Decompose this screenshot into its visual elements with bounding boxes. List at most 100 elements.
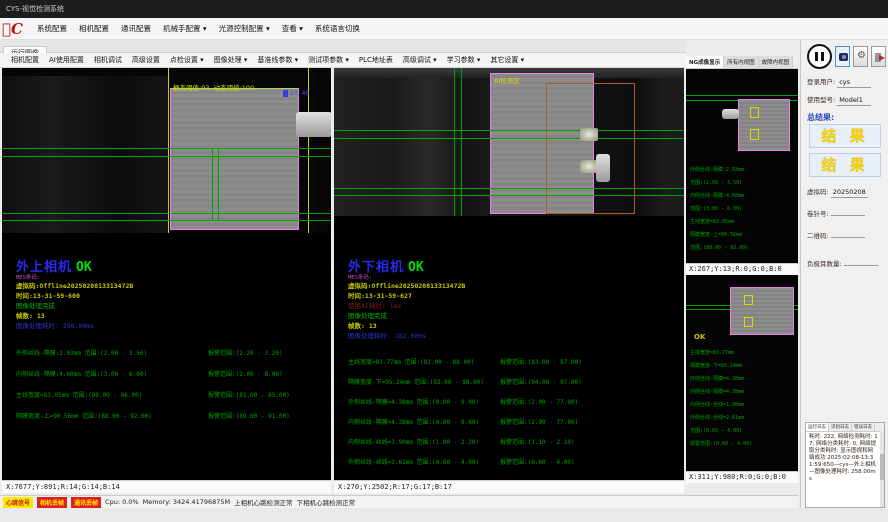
measurement-row-m: 主线宽度=83.77mm 范围:(82.00 - 88.00)	[348, 353, 500, 373]
needle-no-label: 卷针号:	[807, 210, 829, 218]
log-tab-error[interactable]: 错误日志	[852, 423, 875, 431]
machine-background	[2, 76, 168, 233]
measurement-row: 隔膜宽度-上=90.56mm 范围:(88.00 - 92.00)报警范围:(8…	[16, 406, 327, 427]
heartbeat-badge: 心跳信号	[3, 497, 33, 508]
measurement-row-a: 报警范围:(2.00 - 77.00)	[500, 393, 578, 413]
tab-all-views[interactable]: 所有内视图	[724, 56, 759, 68]
ai-elapsed: 使用AI耗时: 1ms	[348, 301, 680, 311]
process-done: 图像处理完成	[16, 301, 327, 311]
preview-line: 隔膜宽度-上=90.56mm	[690, 229, 748, 242]
preview-line: 报警范围:(0.60 - 4.00)	[690, 438, 752, 451]
preview-result-text: 外侧丝线-隔膜:2.93mm范围:(2.00 - 3.50)内侧丝线-隔膜:4.…	[690, 164, 748, 255]
measurement-row-a: 报警范围:(94.00 - 97.00)	[500, 373, 582, 393]
measurement-row-a: 报警范围:(81.00 - 85.00)	[208, 385, 290, 406]
capture-time: 时间:13-31-59-627	[348, 291, 680, 301]
menu-item[interactable]: 机械手配置 ▾	[157, 20, 213, 37]
measure-line-vertical	[454, 68, 455, 216]
preview-view-top[interactable]: 外侧丝线-隔膜:2.93mm范围:(2.00 - 3.50)内侧丝线-隔膜:4.…	[686, 69, 798, 263]
model-value: Model1	[837, 96, 871, 106]
log-scrollbar[interactable]	[880, 431, 884, 507]
menu-item[interactable]: 系统语言切换	[309, 20, 366, 37]
menu-item[interactable]: 查看 ▾	[276, 20, 309, 37]
measurement-row-m: 内侧丝线-丝线=1.90mm 范围:(1.00 - 2.20)	[348, 433, 500, 453]
comm-dropframe-badge: 通讯丢帧	[71, 497, 101, 508]
measurement-row-m: 内侧丝线-隔膜:4.60mm 范围:(3.00 - 6.00)	[16, 364, 208, 385]
menu-item[interactable]: 通讯配置	[115, 20, 157, 37]
measurement-row-a: 报警范围:(2.00 - 8.00)	[208, 364, 283, 385]
virtual-code-label: 虚拟码:	[807, 188, 829, 196]
measurement-row-m: 外侧丝线-隔膜=4.38mm 范围:(0.00 - 9.00)	[348, 393, 500, 413]
control-buttons: ⚙	[807, 44, 886, 69]
toolbar-item[interactable]: PLC地址表	[354, 53, 398, 67]
measurement-row: 隔膜宽度-下=95.24mm 范围:(92.00 - 98.00)报警范围:(9…	[348, 373, 680, 393]
preview-line: 内侧丝线-隔膜:4.60mm	[690, 190, 748, 203]
detect-box	[750, 129, 759, 140]
toolbar-item[interactable]: 图像处理 ▾	[209, 53, 253, 67]
result-block-upper: 外上相机OK MES条码: 虚拟码:Offline202502081331347…	[16, 256, 327, 427]
log-box: 运行日志 识别日志 错误日志 耗时: 222, 网络检测耗时: 17, 网络分类…	[805, 422, 885, 508]
toolbar-item[interactable]: 学习参数 ▾	[442, 53, 486, 67]
detect-box	[744, 317, 753, 327]
toolbar-item[interactable]: 点检设置 ▾	[165, 53, 209, 67]
connector-part	[722, 109, 739, 119]
virtual-code-field: 虚拟码:20250208	[807, 186, 868, 198]
menubar: C 系统配置相机配置通讯配置机械手配置 ▾光源控制配置 ▾查看 ▾系统语言切换	[0, 18, 888, 40]
logout-button[interactable]	[871, 46, 886, 67]
measure-line-vertical	[212, 148, 213, 220]
log-tab-recognize[interactable]: 识别日志	[829, 423, 852, 431]
toolbar-item[interactable]: 高级设置	[127, 53, 165, 67]
measure-line-vertical	[218, 148, 219, 220]
camera-view-button[interactable]	[835, 46, 850, 67]
result-box-lower: 结 果	[809, 153, 881, 177]
login-user-label: 登录用户:	[807, 78, 835, 86]
document-tabrow: 运行图像	[0, 40, 686, 53]
window-titlebar: CYS-视觉检测系统	[0, 0, 888, 18]
preview-line: 外侧丝线-隔膜=4.38mm	[690, 373, 752, 386]
toolbar-item[interactable]: 相机调试	[89, 53, 127, 67]
measure-line	[2, 148, 331, 149]
measurement-row-m: 隔膜宽度-上=90.56mm 范围:(88.00 - 92.00)	[16, 406, 208, 427]
tab-fault-views[interactable]: 故障内视图	[759, 56, 794, 68]
qrcode-value	[831, 236, 865, 238]
preview-line: 内侧丝线-隔膜=4.38mm	[690, 386, 752, 399]
tab-ng-display[interactable]: NG成像显示	[686, 56, 724, 68]
measurement-row-a: 报警范围:(2.20 - 3.20)	[208, 343, 283, 364]
tab-count-value	[844, 264, 878, 266]
toolbar-item[interactable]: AI使用配置	[44, 53, 89, 67]
camera-view-lower[interactable]: AI检测区	[334, 68, 684, 216]
toolbar-item[interactable]: 基准线参数 ▾	[252, 53, 303, 67]
toolbar-item[interactable]: 相机配置	[6, 53, 44, 67]
measurement-row: 外侧丝线-丝线=2.61mm 范围:(0.60 - 4.00)报警范围:(0.6…	[348, 453, 680, 473]
menu-item[interactable]: 相机配置	[73, 20, 115, 37]
pixel-coord-bar-upper: X:7677;Y:891;R:14;G:14;B:14	[2, 480, 331, 493]
toolbar-item[interactable]: 测试项参数 ▾	[303, 53, 354, 67]
settings-button[interactable]: ⚙	[853, 46, 868, 67]
toolbar-item[interactable]: 高级调试 ▾	[398, 53, 442, 67]
frame-count: 帧数: 13	[16, 311, 327, 321]
statusbar: 心跳信号 相机丢帧 通讯丢帧 Cpu: 0.0% Memory: 3424.41…	[0, 495, 798, 508]
preview-view-bottom[interactable]: OK 主线宽度=83.77mm隔膜宽度-下=95.24mm外侧丝线-隔膜=4.3…	[686, 275, 798, 471]
inspected-part	[738, 99, 790, 151]
measure-line	[686, 95, 798, 96]
logout-arrow-icon	[879, 55, 885, 61]
upper-camera-heartbeat: 上相机心跳检测正常	[234, 497, 293, 507]
pause-button[interactable]	[807, 44, 832, 69]
tab-count-label: 负极耳数量:	[807, 260, 842, 268]
camera-view-upper[interactable]: 静态阈值:93, 动态阈值:100 23, 46	[2, 68, 331, 233]
preview-coord-bar-top: X:267;Y:13;R:0;G:0;B:0	[686, 263, 798, 275]
needle-no-field: 卷针号:	[807, 208, 865, 218]
memory-usage: Memory: 3424.41796875M	[143, 498, 231, 506]
preview-line: 内侧丝线-丝线=1.90mm	[690, 399, 752, 412]
capture-time: 时间:13-31-59-600	[16, 291, 327, 301]
lower-camera-heartbeat: 下相机心跳检测正常	[297, 497, 356, 507]
log-tab-run[interactable]: 运行日志	[806, 423, 829, 431]
menu-item[interactable]: 光源控制配置 ▾	[213, 20, 276, 37]
virtual-code: 虚拟码:Offline2025020813313472B	[16, 281, 327, 291]
model-label: 使用型号:	[807, 96, 835, 104]
measure-line	[334, 130, 684, 131]
toolbar-item[interactable]: 其它设置 ▾	[485, 53, 529, 67]
menu-item[interactable]: 系统配置	[31, 20, 73, 37]
status-ok: OK	[408, 260, 424, 275]
measurement-row: 内侧丝线-隔膜=4.38mm 范围:(0.00 - 9.00)报警范围:(2.0…	[348, 413, 680, 433]
preview-ok-label: OK	[694, 333, 705, 341]
